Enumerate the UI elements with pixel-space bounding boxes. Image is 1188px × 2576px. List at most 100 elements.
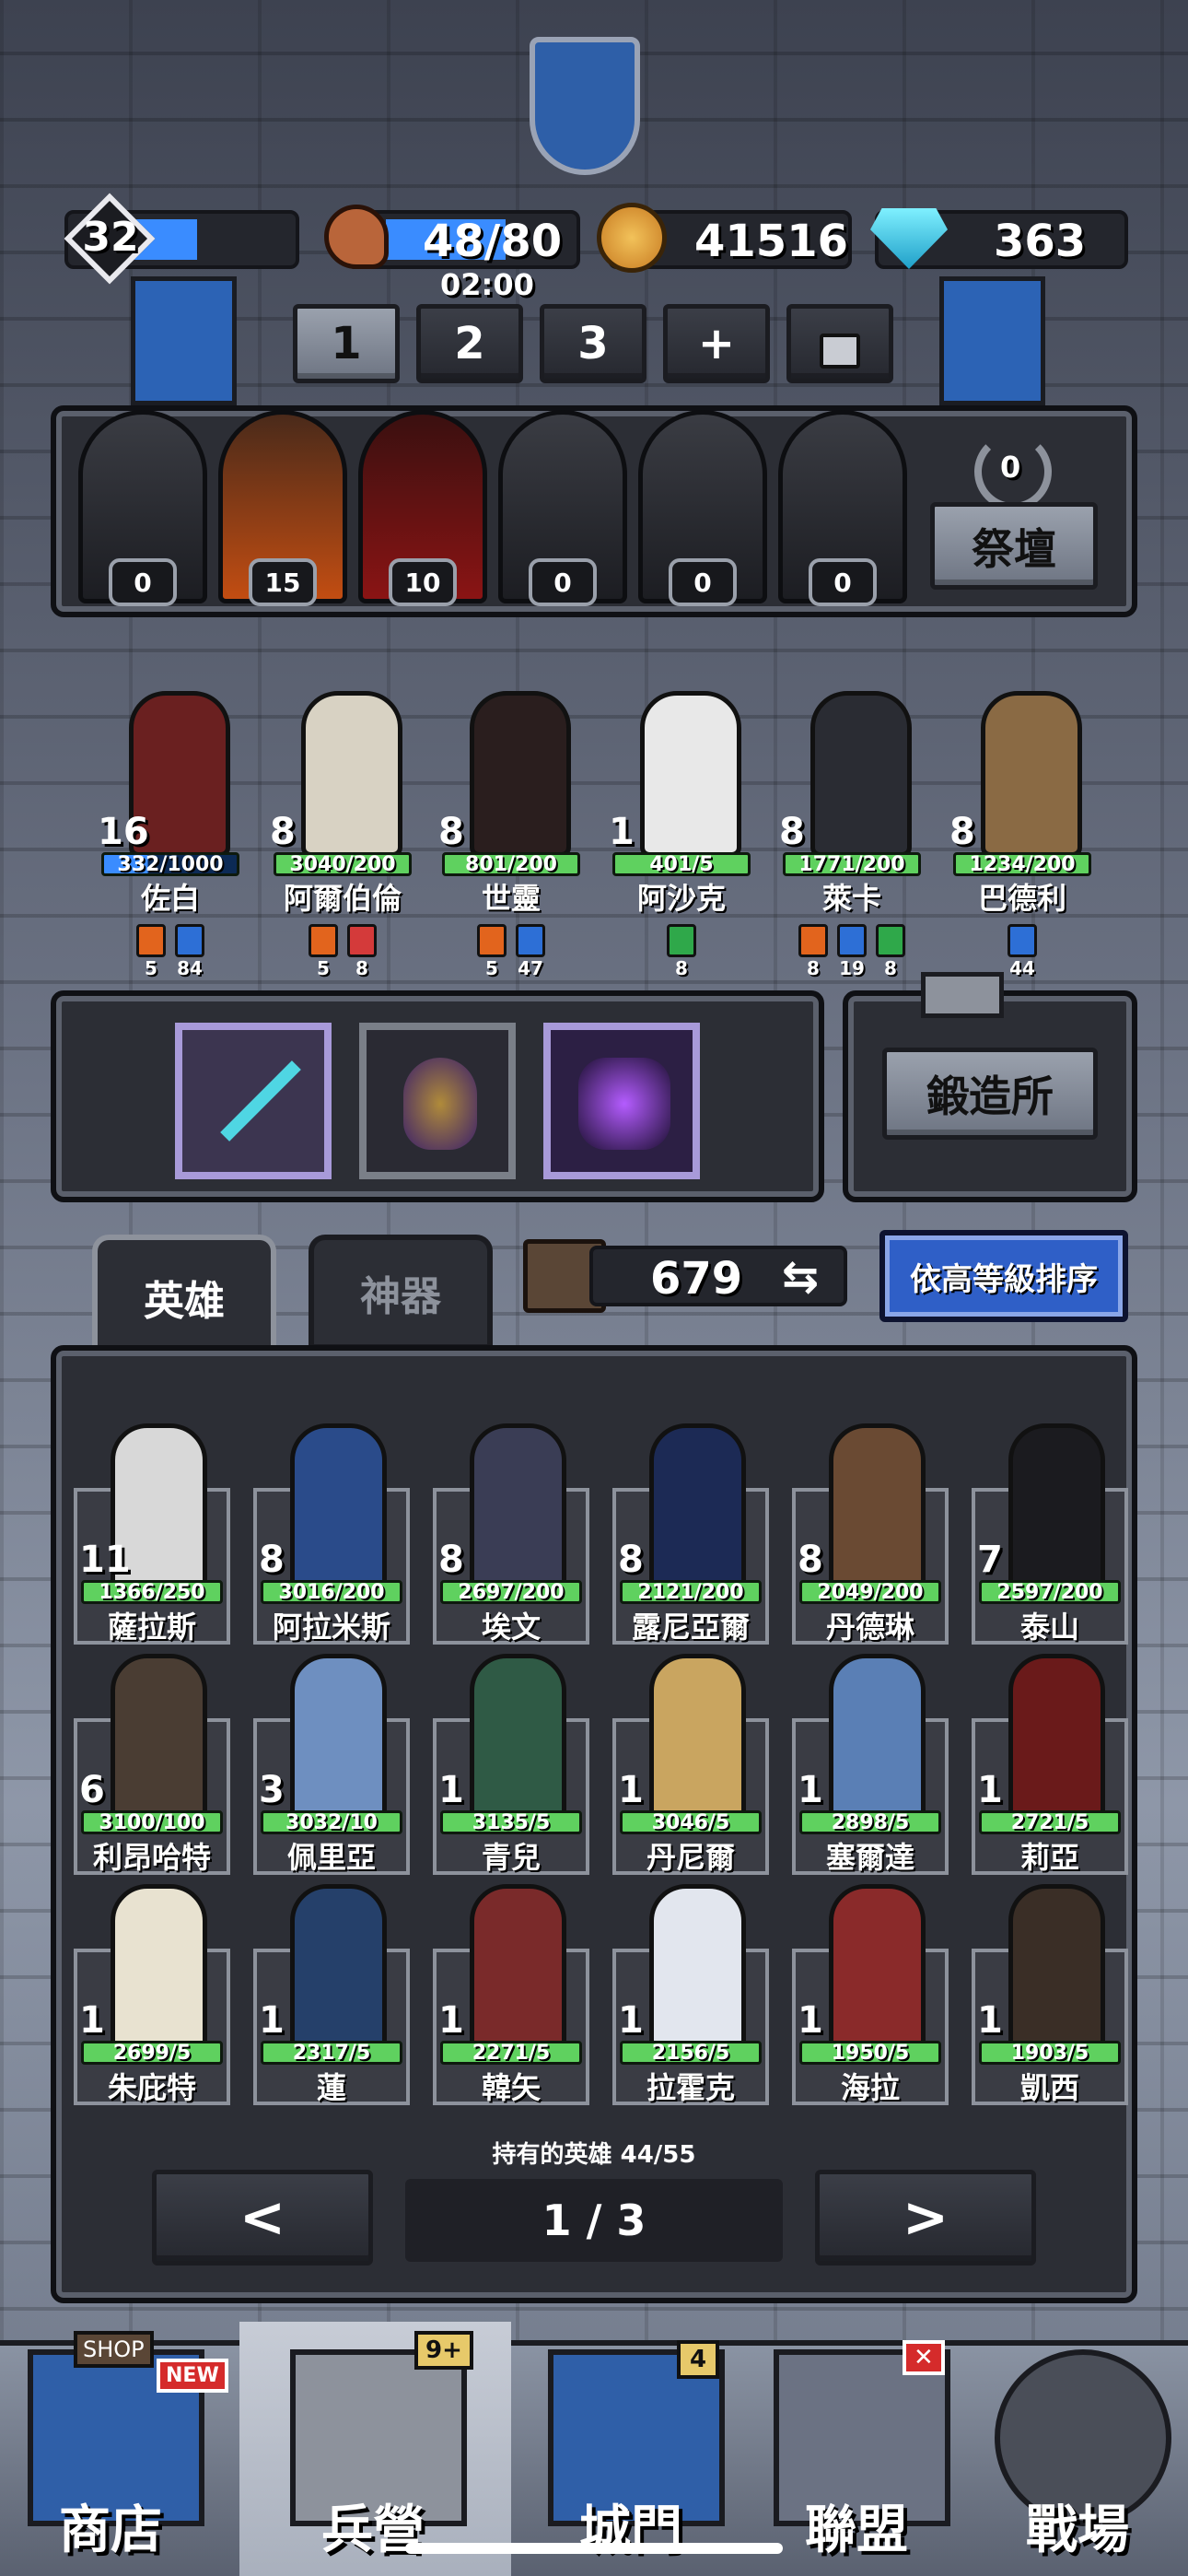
- hero-exp-bar: 3032/10: [261, 1810, 402, 1834]
- hero-name: 埃文: [481, 1610, 541, 1645]
- team-tab-1[interactable]: 1: [293, 304, 400, 383]
- hero-exp-bar: 3135/5: [440, 1810, 582, 1834]
- equipped-artifact-slot[interactable]: [543, 1023, 700, 1179]
- hero-name: 阿拉米斯: [272, 1610, 390, 1645]
- hero-badge-row: 8: [594, 924, 769, 979]
- hero-badge-row: 58: [255, 924, 430, 979]
- altar-count: 15: [249, 558, 317, 606]
- trait-icon: [798, 924, 828, 957]
- hero-level: 1: [609, 811, 635, 853]
- nav-alliance[interactable]: ✕ 聯盟: [746, 2331, 967, 2576]
- nav-barracks[interactable]: 9+ 兵營: [262, 2331, 483, 2576]
- hero-trait-badge: 8: [345, 924, 379, 979]
- tab-heroes[interactable]: 英雄: [92, 1235, 276, 1354]
- altar-slot-5[interactable]: 0: [638, 410, 767, 606]
- hero-name: 凱西: [1019, 2070, 1079, 2105]
- hero-sprite: [290, 1654, 387, 1829]
- equipped-staff-slot[interactable]: [175, 1023, 332, 1179]
- hero-trait-badge: 8: [874, 924, 907, 979]
- hero-sprite: [829, 1423, 926, 1598]
- locked-team-button[interactable]: [786, 304, 893, 383]
- prev-page-button[interactable]: <: [152, 2170, 373, 2266]
- hero-sprite: [290, 1884, 387, 2059]
- book-counter[interactable]: 679 ⇆: [589, 1246, 847, 1306]
- hero-sprite: [829, 1884, 926, 2059]
- hero-exp-bar: 2121/200: [620, 1580, 762, 1604]
- trait-icon: [309, 924, 338, 957]
- forge-button[interactable]: 鍛造所: [882, 1048, 1098, 1140]
- nav-shop[interactable]: SHOP NEW 商店: [0, 2331, 228, 2576]
- nav-label: 商店: [59, 2500, 162, 2560]
- altar-total-count: 0: [1000, 450, 1021, 485]
- wall-banner-left: [131, 276, 237, 405]
- hero-exp-bar: 401/5: [612, 852, 751, 876]
- hero-sprite: [470, 1423, 566, 1598]
- hero-exp-bar: 2597/200: [979, 1580, 1121, 1604]
- hero-sprite: [111, 1654, 207, 1829]
- altar-slot-4[interactable]: 0: [498, 410, 627, 606]
- hero-level: 8: [259, 1539, 285, 1581]
- owned-label: 持有的英雄: [492, 2141, 612, 2169]
- add-team-button[interactable]: +: [663, 304, 770, 383]
- altar-slot-1[interactable]: 0: [78, 410, 207, 606]
- team-hero-sprite[interactable]: [640, 691, 741, 857]
- altar-slot-6[interactable]: 0: [778, 410, 907, 606]
- hero-level: 8: [438, 811, 464, 853]
- alliance-badge: ✕: [903, 2340, 945, 2375]
- hero-badge-row: 8 19 8: [764, 924, 939, 979]
- hero-exp-bar: 2721/5: [979, 1810, 1121, 1834]
- hero-name: 拉霍克: [646, 2070, 735, 2105]
- hero-level: 1: [618, 1999, 644, 2042]
- hero-level: 1: [977, 1999, 1003, 2042]
- team-hero-sprite[interactable]: [981, 691, 1082, 857]
- equipped-mask-slot[interactable]: [359, 1023, 516, 1179]
- hero-exp-bar: 2699/5: [81, 2041, 223, 2065]
- team-tab-3[interactable]: 3: [540, 304, 646, 383]
- trait-icon: [837, 924, 867, 957]
- hero-level: 1: [977, 1769, 1003, 1811]
- trait-icon: [876, 924, 905, 957]
- altar-count: 0: [809, 558, 877, 606]
- hero-name: 塞爾達: [825, 1840, 914, 1875]
- altar-count: 0: [529, 558, 597, 606]
- sort-button[interactable]: 依高等級排序: [879, 1230, 1128, 1322]
- hero-name: 佐白: [140, 881, 200, 916]
- hammer-icon: [921, 972, 1004, 1018]
- hero-level: 1: [618, 1769, 644, 1811]
- hero-exp-bar: 1903/5: [979, 2041, 1121, 2065]
- altar-slot-2[interactable]: 15: [218, 410, 347, 606]
- hero-badge-row: 5 84: [83, 924, 258, 979]
- hero-sprite: [649, 1654, 746, 1829]
- altar-slot-3[interactable]: 10: [358, 410, 487, 606]
- trait-count: 8: [675, 957, 688, 979]
- altar-count: 0: [669, 558, 737, 606]
- hero-exp-bar: 2049/200: [799, 1580, 941, 1604]
- hero-level: 1: [438, 1769, 464, 1811]
- hero-name: 利昂哈特: [92, 1840, 211, 1875]
- hero-level: 1: [259, 1999, 285, 2042]
- hero-sprite: [1008, 1423, 1105, 1598]
- hero-level: 8: [798, 1539, 823, 1581]
- hero-exp-bar: 1771/200: [783, 852, 921, 876]
- nav-battlefield[interactable]: 戰場: [967, 2331, 1188, 2576]
- nav-castle-gate[interactable]: 4 城門: [520, 2331, 741, 2576]
- trait-count: 8: [807, 957, 820, 979]
- hero-level: 11: [79, 1539, 131, 1581]
- next-page-button[interactable]: >: [815, 2170, 1036, 2266]
- trait-count: 19: [839, 957, 865, 979]
- team-hero-sprite[interactable]: [301, 691, 402, 857]
- trait-icon: [175, 924, 204, 957]
- hero-level: 8: [270, 811, 296, 853]
- team-hero-sprite[interactable]: [810, 691, 912, 857]
- trait-count: 44: [1009, 957, 1035, 979]
- hero-name: 青兒: [481, 1840, 541, 1875]
- team-hero-sprite[interactable]: [470, 691, 571, 857]
- lock-icon: [820, 334, 860, 369]
- gold-coin-icon: [597, 203, 667, 273]
- team-tab-2[interactable]: 2: [416, 304, 523, 383]
- tab-artifacts[interactable]: 神器: [309, 1235, 493, 1350]
- hero-level: 6: [79, 1769, 105, 1811]
- hero-trait-badge: 44: [1006, 924, 1039, 979]
- hero-trait-badge: 47: [514, 924, 547, 979]
- altar-button[interactable]: 祭壇: [930, 502, 1098, 590]
